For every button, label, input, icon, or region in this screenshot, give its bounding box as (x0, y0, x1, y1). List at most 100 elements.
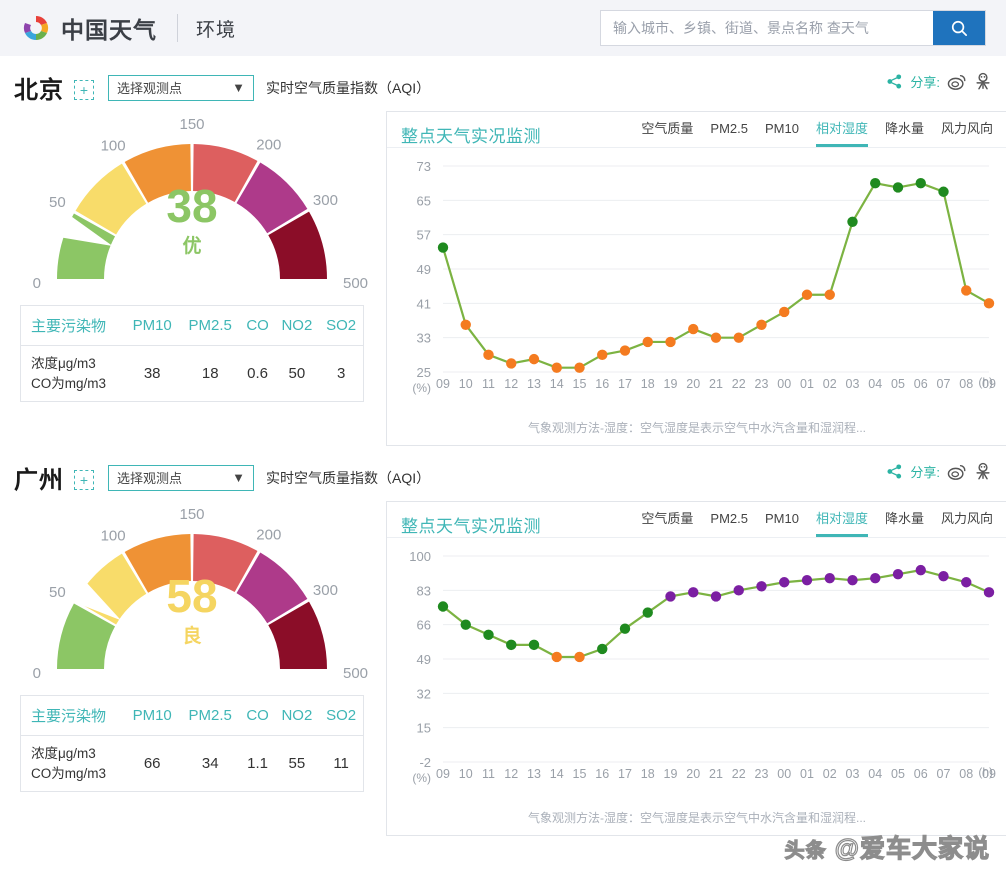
x-axis-tick: 16 (595, 767, 609, 781)
search-bar (600, 10, 986, 46)
y-axis-tick: 65 (417, 193, 431, 208)
table-cell-label: 浓度μg/m3 CO为mg/m3 (31, 746, 107, 781)
x-axis-tick: 21 (709, 767, 723, 781)
weibo-icon[interactable] (947, 73, 967, 91)
data-point[interactable] (642, 336, 653, 348)
data-point[interactable] (665, 336, 676, 348)
data-point[interactable] (915, 177, 926, 189)
data-point[interactable] (733, 585, 744, 596)
data-point[interactable] (483, 629, 494, 640)
data-point[interactable] (437, 601, 449, 612)
data-point[interactable] (870, 177, 881, 189)
data-point[interactable] (779, 306, 790, 318)
data-point[interactable] (961, 285, 972, 296)
data-point[interactable] (801, 575, 813, 586)
logo[interactable]: 中国天气 (20, 11, 157, 45)
data-point[interactable] (961, 577, 972, 588)
station-select[interactable]: 选择观测点 ▼ (108, 74, 254, 101)
share-icon[interactable] (886, 73, 903, 90)
data-point[interactable] (688, 587, 699, 598)
add-city-button[interactable]: + (74, 79, 94, 100)
tab-4[interactable]: 降水量 (885, 512, 924, 537)
table-header-cell: NO2 (274, 695, 320, 736)
data-point[interactable] (710, 332, 722, 343)
data-point[interactable] (733, 332, 744, 343)
social-share-icon[interactable] (974, 462, 992, 481)
tab-3[interactable]: 相对湿度 (815, 512, 868, 537)
tab-1[interactable]: PM2.5 (710, 512, 748, 537)
data-point[interactable] (824, 573, 835, 584)
data-point[interactable] (528, 639, 540, 651)
tab-5[interactable]: 风力风向 (941, 122, 993, 147)
city-name: 北京 (14, 77, 64, 104)
data-point[interactable] (688, 323, 699, 335)
data-point[interactable] (642, 607, 653, 618)
data-point[interactable] (756, 581, 767, 592)
data-point[interactable] (597, 643, 608, 655)
data-point[interactable] (506, 639, 517, 651)
station-select[interactable]: 选择观测点 ▼ (108, 464, 254, 491)
tab-0[interactable]: 空气质量 (641, 512, 693, 537)
data-point[interactable] (574, 362, 585, 373)
data-point[interactable] (619, 623, 631, 634)
data-point[interactable] (824, 289, 835, 300)
data-point[interactable] (574, 651, 585, 663)
data-point[interactable] (938, 570, 949, 582)
data-point[interactable] (892, 568, 904, 580)
data-point[interactable] (551, 651, 562, 663)
tab-4[interactable]: 降水量 (885, 122, 924, 147)
gauge-tick-label: 300 (313, 192, 338, 209)
data-point[interactable] (619, 345, 631, 356)
aqi-column: 0 50 100 150 200 300 500 38 优 主要污染物 PM10 PM2.5 CO… (12, 111, 372, 403)
data-point[interactable] (870, 573, 881, 584)
data-point[interactable] (483, 349, 494, 361)
table-header-cell: PM10 (124, 695, 180, 736)
watermark-text: @爱车大家说 (834, 834, 990, 863)
header-divider (177, 14, 178, 42)
x-axis-tick: 09 (436, 377, 450, 391)
x-axis-tick: 13 (527, 767, 541, 781)
data-point[interactable] (460, 319, 471, 330)
tab-2[interactable]: PM10 (765, 122, 799, 147)
data-point[interactable] (847, 216, 858, 227)
tab-1[interactable]: PM2.5 (710, 122, 748, 147)
x-axis-unit: (h) (978, 375, 993, 389)
x-axis-tick: 10 (459, 377, 473, 391)
data-point[interactable] (915, 564, 926, 576)
tab-5[interactable]: 风力风向 (941, 512, 993, 537)
search-input[interactable] (601, 11, 933, 45)
x-axis-tick: 01 (800, 767, 814, 781)
share-icon[interactable] (886, 463, 903, 480)
data-point[interactable] (779, 577, 790, 588)
data-point[interactable] (665, 591, 676, 602)
tab-0[interactable]: 空气质量 (641, 122, 693, 147)
data-point[interactable] (506, 358, 517, 369)
social-share-icon[interactable] (974, 72, 992, 91)
data-point[interactable] (801, 289, 813, 300)
data-point[interactable] (710, 591, 722, 602)
data-point[interactable] (551, 362, 562, 373)
table-cell-value: 18 (201, 365, 219, 383)
weibo-icon[interactable] (947, 463, 967, 481)
search-button[interactable] (933, 11, 985, 45)
tab-2[interactable]: PM10 (765, 512, 799, 537)
data-point[interactable] (597, 349, 608, 361)
x-axis-tick: 23 (755, 767, 769, 781)
add-city-button[interactable]: + (74, 469, 94, 490)
metric-tabs: 空气质量 PM2.5 PM10 相对湿度 降水量 风力风向 (641, 122, 993, 147)
data-point[interactable] (528, 353, 540, 365)
data-point[interactable] (983, 587, 995, 598)
data-point[interactable] (437, 242, 449, 253)
x-axis-tick: 14 (550, 377, 564, 391)
data-point[interactable] (847, 575, 858, 586)
x-axis-tick: 06 (914, 767, 928, 781)
data-point[interactable] (983, 298, 995, 309)
tab-3[interactable]: 相对湿度 (815, 122, 868, 147)
data-point[interactable] (460, 619, 471, 630)
station-select-label: 选择观测点 (117, 471, 183, 486)
panel-title: 整点天气实况监测 (401, 517, 541, 536)
data-point[interactable] (938, 186, 949, 197)
data-point[interactable] (892, 182, 904, 193)
data-point[interactable] (756, 319, 767, 330)
x-axis-tick: 10 (459, 767, 473, 781)
